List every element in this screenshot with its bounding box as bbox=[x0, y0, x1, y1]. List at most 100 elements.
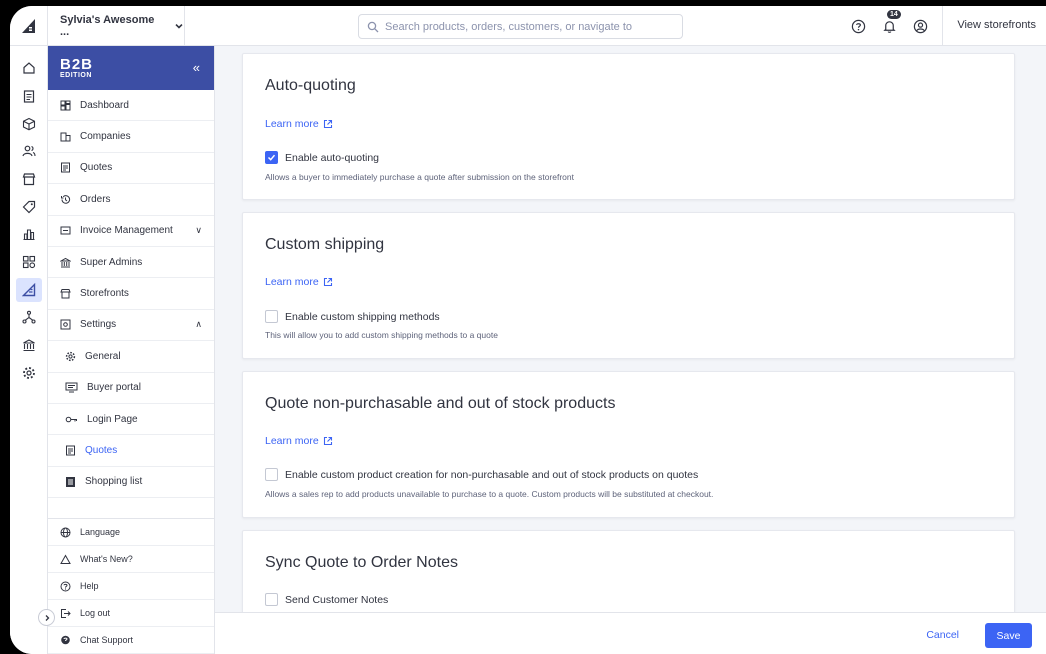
external-link-icon bbox=[323, 119, 332, 129]
card-title: Sync Quote to Order Notes bbox=[265, 554, 458, 571]
enable-auto-quoting-checkbox[interactable] bbox=[265, 151, 278, 164]
auto-quoting-checkbox-row: Enable auto-quoting bbox=[265, 151, 379, 164]
enable-custom-shipping-checkbox[interactable] bbox=[265, 310, 278, 323]
external-link-icon bbox=[323, 436, 332, 446]
b2b-header: B2B EDITION « bbox=[48, 46, 214, 90]
search-input[interactable] bbox=[385, 20, 665, 33]
key-icon bbox=[65, 416, 77, 422]
logout-icon bbox=[61, 608, 71, 618]
customers-icon bbox=[22, 145, 36, 157]
rail-marketing[interactable] bbox=[16, 195, 42, 219]
learn-more-link[interactable]: Learn more bbox=[265, 435, 333, 447]
store-selector[interactable]: Sylvia's Awesome ... bbox=[48, 6, 185, 46]
rail-home[interactable] bbox=[16, 56, 42, 80]
whats-new-link[interactable]: What's New? bbox=[48, 546, 214, 573]
rail-channels[interactable] bbox=[16, 305, 42, 329]
tag-icon bbox=[22, 200, 36, 214]
bank-icon bbox=[23, 339, 35, 352]
help-link[interactable]: Help bbox=[48, 573, 214, 600]
collapse-sidebar-icon[interactable]: « bbox=[193, 60, 200, 75]
chat-icon bbox=[61, 635, 70, 644]
view-storefronts-link[interactable]: View storefronts bbox=[957, 19, 1036, 31]
rail-orders[interactable] bbox=[16, 84, 42, 108]
enable-custom-product-checkbox[interactable] bbox=[265, 468, 278, 481]
bank-icon bbox=[60, 257, 71, 268]
apps-icon bbox=[22, 255, 36, 269]
sidebar-item-storefronts[interactable]: Storefronts bbox=[48, 278, 214, 310]
sidebar-item-super-admins[interactable]: Super Admins bbox=[48, 247, 214, 279]
b2b-edition-logo: B2B EDITION bbox=[60, 56, 94, 79]
external-link-icon bbox=[323, 277, 332, 287]
card-description: Allows a sales rep to add products unava… bbox=[265, 489, 714, 499]
rail-analytics[interactable] bbox=[16, 222, 42, 246]
sidebar-item-quotes[interactable]: Quotes bbox=[48, 153, 214, 185]
sidebar-footer: Language What's New? Help Log out Chat S… bbox=[48, 518, 214, 654]
rail-storefront[interactable] bbox=[16, 167, 42, 191]
save-button[interactable]: Save bbox=[985, 623, 1032, 648]
sidebar-subitem-general[interactable]: General bbox=[48, 341, 214, 373]
bc-logo-icon bbox=[21, 18, 35, 33]
learn-more-link[interactable]: Learn more bbox=[265, 118, 333, 130]
expand-rail-button[interactable] bbox=[38, 609, 55, 626]
checkbox-label: Enable auto-quoting bbox=[285, 151, 379, 164]
globe-icon bbox=[60, 527, 71, 537]
top-bar: Sylvia's Awesome ... 14 View storefronts bbox=[10, 6, 1046, 46]
learn-more-link[interactable]: Learn more bbox=[265, 276, 333, 288]
rail-apps[interactable] bbox=[16, 250, 42, 274]
chevron-down-icon bbox=[175, 23, 183, 29]
card-title: Quote non-purchasable and out of stock p… bbox=[265, 395, 616, 412]
notification-badge: 14 bbox=[887, 9, 901, 19]
store-icon bbox=[60, 289, 71, 299]
sidebar-item-companies[interactable]: Companies bbox=[48, 121, 214, 153]
checkbox-label: Send Customer Notes bbox=[285, 593, 389, 606]
list-icon bbox=[66, 476, 75, 487]
checkbox-label: Enable custom product creation for non-p… bbox=[285, 468, 699, 481]
auto-quoting-card: Auto-quoting Learn more Enable auto-quot… bbox=[242, 53, 1015, 200]
b2b-sidebar: B2B EDITION « Dashboard Companies Quotes… bbox=[48, 46, 215, 654]
building-icon bbox=[60, 132, 71, 142]
clipboard-icon bbox=[23, 90, 35, 103]
bell-icon bbox=[883, 20, 896, 33]
notifications-button[interactable]: 14 bbox=[882, 9, 901, 34]
search-icon bbox=[367, 21, 379, 32]
icon-rail bbox=[10, 46, 48, 654]
rail-financial[interactable] bbox=[16, 333, 42, 357]
logout-link[interactable]: Log out bbox=[48, 600, 214, 627]
sidebar-item-dashboard[interactable]: Dashboard bbox=[48, 90, 214, 122]
help-icon[interactable] bbox=[851, 19, 866, 34]
top-icons: 14 bbox=[851, 6, 943, 46]
card-description: This will allow you to add custom shippi… bbox=[265, 330, 498, 340]
monitor-icon bbox=[65, 382, 78, 393]
global-search[interactable] bbox=[358, 14, 683, 39]
rail-products[interactable] bbox=[16, 112, 42, 136]
account-icon[interactable] bbox=[913, 19, 928, 34]
sync-notes-checkbox-row: Send Customer Notes bbox=[265, 593, 388, 606]
analytics-icon bbox=[23, 229, 35, 241]
non-purchasable-checkbox-row: Enable custom product creation for non-p… bbox=[265, 468, 698, 481]
quotes-icon bbox=[66, 445, 75, 456]
sidebar-item-settings[interactable]: Settings ∧ bbox=[48, 310, 214, 342]
rail-b2b[interactable] bbox=[16, 278, 42, 302]
chevron-up-icon: ∧ bbox=[195, 319, 202, 330]
card-title: Auto-quoting bbox=[265, 77, 356, 94]
sidebar-subitem-shopping-list[interactable]: Shopping list bbox=[48, 467, 214, 499]
sidebar-subitem-quotes[interactable]: Quotes bbox=[48, 435, 214, 467]
app-window: Sylvia's Awesome ... 14 View storefronts bbox=[10, 6, 1046, 654]
quotes-icon bbox=[61, 162, 70, 173]
box-icon bbox=[22, 117, 36, 131]
sidebar-item-orders[interactable]: Orders bbox=[48, 184, 214, 216]
gear-icon bbox=[23, 367, 35, 379]
send-customer-notes-checkbox[interactable] bbox=[265, 593, 278, 606]
custom-shipping-card: Custom shipping Learn more Enable custom… bbox=[242, 212, 1015, 359]
cancel-button[interactable]: Cancel bbox=[926, 629, 959, 641]
help-icon bbox=[60, 581, 71, 591]
sidebar-subitem-login-page[interactable]: Login Page bbox=[48, 404, 214, 436]
rail-customers[interactable] bbox=[16, 139, 42, 163]
rail-settings[interactable] bbox=[16, 361, 42, 385]
bigcommerce-logo[interactable] bbox=[10, 6, 48, 46]
sidebar-item-invoice-management[interactable]: Invoice Management ∨ bbox=[48, 216, 214, 247]
chat-support-link[interactable]: Chat Support bbox=[48, 627, 214, 654]
non-purchasable-card: Quote non-purchasable and out of stock p… bbox=[242, 371, 1015, 518]
language-link[interactable]: Language bbox=[48, 519, 214, 546]
sidebar-subitem-buyer-portal[interactable]: Buyer portal bbox=[48, 373, 214, 404]
